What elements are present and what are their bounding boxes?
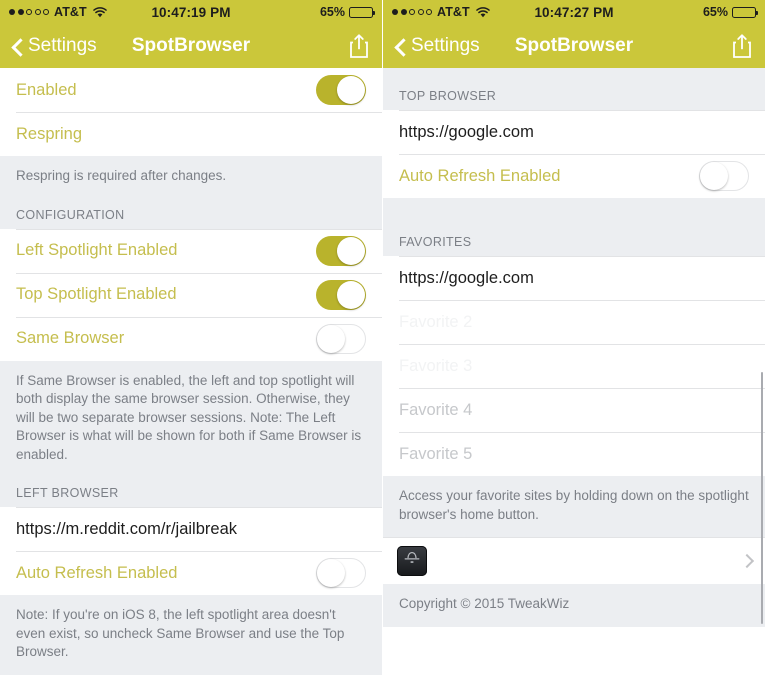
status-right-group: 65% (231, 5, 376, 19)
top-browser-url-field[interactable]: https://google.com (399, 123, 534, 142)
row-label: Auto Refresh Enabled (399, 166, 561, 185)
back-button-settings[interactable]: Settings (12, 35, 97, 57)
favorite-4-field[interactable]: Favorite 4 (399, 401, 472, 420)
chevron-left-icon (395, 37, 406, 56)
row-auto-refresh-enabled[interactable]: Auto Refresh Enabled (383, 154, 765, 198)
toggle-left-spotlight[interactable] (316, 235, 366, 266)
battery-percent-label: 65% (702, 5, 729, 19)
status-clock: 10:47:27 PM (534, 4, 614, 20)
toggle-auto-refresh-top[interactable] (699, 161, 749, 191)
row-auto-refresh-enabled[interactable]: Auto Refresh Enabled (0, 551, 382, 595)
section-gap (383, 198, 765, 226)
back-button-label: Settings (411, 35, 480, 56)
back-button-label: Settings (28, 35, 97, 56)
toggle-auto-refresh-left[interactable] (316, 558, 366, 588)
section-header-favorites: FAVORITES (383, 226, 765, 256)
back-button-settings[interactable]: Settings (395, 35, 480, 57)
toggle-enabled[interactable] (316, 75, 366, 105)
row-favorite-2[interactable]: Favorite 2 (383, 300, 765, 344)
right-phone-screen: AT&T 10:47:27 PM 65% Settings SpotBrowse… (383, 0, 765, 677)
status-right-group: 65% (614, 5, 759, 19)
row-enabled[interactable]: Enabled (0, 68, 382, 112)
share-icon[interactable] (731, 33, 753, 59)
row-favorite-5[interactable]: Favorite 5 (383, 432, 765, 476)
row-respring[interactable]: Respring (0, 112, 382, 156)
row-app-entry[interactable] (383, 537, 765, 584)
signal-strength-dots (9, 9, 49, 15)
row-left-spotlight-enabled[interactable]: Left Spotlight Enabled (0, 228, 382, 273)
settings-table-left: Enabled Respring Respring is required af… (0, 68, 382, 675)
favorite-1-field[interactable]: https://google.com (399, 269, 534, 288)
favorite-3-field[interactable]: Favorite 3 (399, 357, 472, 376)
row-favorite-1[interactable]: https://google.com (383, 256, 765, 300)
left-browser-url-field[interactable]: https://m.reddit.com/r/jailbreak (16, 520, 237, 539)
carrier-label: AT&T (54, 5, 87, 19)
nav-bar-right: Settings SpotBrowser (383, 24, 765, 68)
row-label: Auto Refresh Enabled (16, 563, 178, 582)
row-top-spotlight-enabled[interactable]: Top Spotlight Enabled (0, 272, 382, 317)
dual-screenshot-container: AT&T 10:47:19 PM 65% Settings SpotBrowse… (0, 0, 765, 677)
row-label: Enabled (16, 80, 77, 99)
status-clock: 10:47:19 PM (151, 4, 231, 20)
section-header-configuration: CONFIGURATION (0, 198, 382, 229)
share-icon[interactable] (348, 33, 370, 59)
chevron-right-icon (742, 553, 751, 569)
row-label: Left Spotlight Enabled (16, 241, 178, 259)
favorite-5-field[interactable]: Favorite 5 (399, 445, 472, 464)
wifi-icon (93, 6, 107, 18)
row-same-browser[interactable]: Same Browser (0, 316, 382, 361)
status-left-group: AT&T (392, 5, 534, 19)
signal-strength-dots (392, 9, 432, 15)
section-header-top-browser: TOP BROWSER (383, 80, 765, 110)
footer-respring-note: Respring is required after changes. (0, 156, 382, 199)
row-label: Same Browser (16, 329, 125, 347)
toggle-top-spotlight[interactable] (316, 279, 366, 310)
wifi-icon (476, 6, 490, 18)
row-top-browser-url[interactable]: https://google.com (383, 110, 765, 154)
hat-glyph (402, 547, 422, 570)
status-bar-right: AT&T 10:47:27 PM 65% (383, 0, 765, 24)
battery-icon (349, 6, 376, 18)
table-top-spacer (383, 68, 765, 80)
battery-percent-label: 65% (319, 5, 346, 19)
status-left-group: AT&T (9, 5, 151, 19)
footer-copyright: Copyright © 2015 TweakWiz (383, 584, 765, 627)
left-phone-screen: AT&T 10:47:19 PM 65% Settings SpotBrowse… (0, 0, 382, 677)
nav-bar-left: Settings SpotBrowser (0, 24, 382, 68)
carrier-label: AT&T (437, 5, 470, 19)
row-favorite-3[interactable]: Favorite 3 (383, 344, 765, 388)
footer-same-browser-note: If Same Browser is enabled, the left and… (0, 360, 382, 477)
battery-icon (732, 6, 759, 18)
chevron-left-icon (12, 37, 23, 56)
footer-favorites-note: Access your favorite sites by holding do… (383, 476, 765, 537)
row-favorite-4[interactable]: Favorite 4 (383, 388, 765, 432)
row-label: Respring (16, 124, 83, 143)
section-header-left-browser: LEFT BROWSER (0, 477, 382, 507)
row-label: Top Spotlight Enabled (16, 285, 177, 303)
footer-ios8-note: Note: If you're on iOS 8, the left spotl… (0, 595, 382, 675)
row-left-browser-url[interactable]: https://m.reddit.com/r/jailbreak (0, 507, 382, 551)
bowler-hat-app-icon (397, 545, 427, 576)
favorite-2-field[interactable]: Favorite 2 (399, 313, 472, 332)
vertical-scrollbar[interactable] (760, 372, 763, 624)
toggle-same-browser[interactable] (316, 323, 366, 354)
status-bar-left: AT&T 10:47:19 PM 65% (0, 0, 382, 24)
settings-table-right: TOP BROWSER https://google.com Auto Refr… (383, 68, 765, 627)
